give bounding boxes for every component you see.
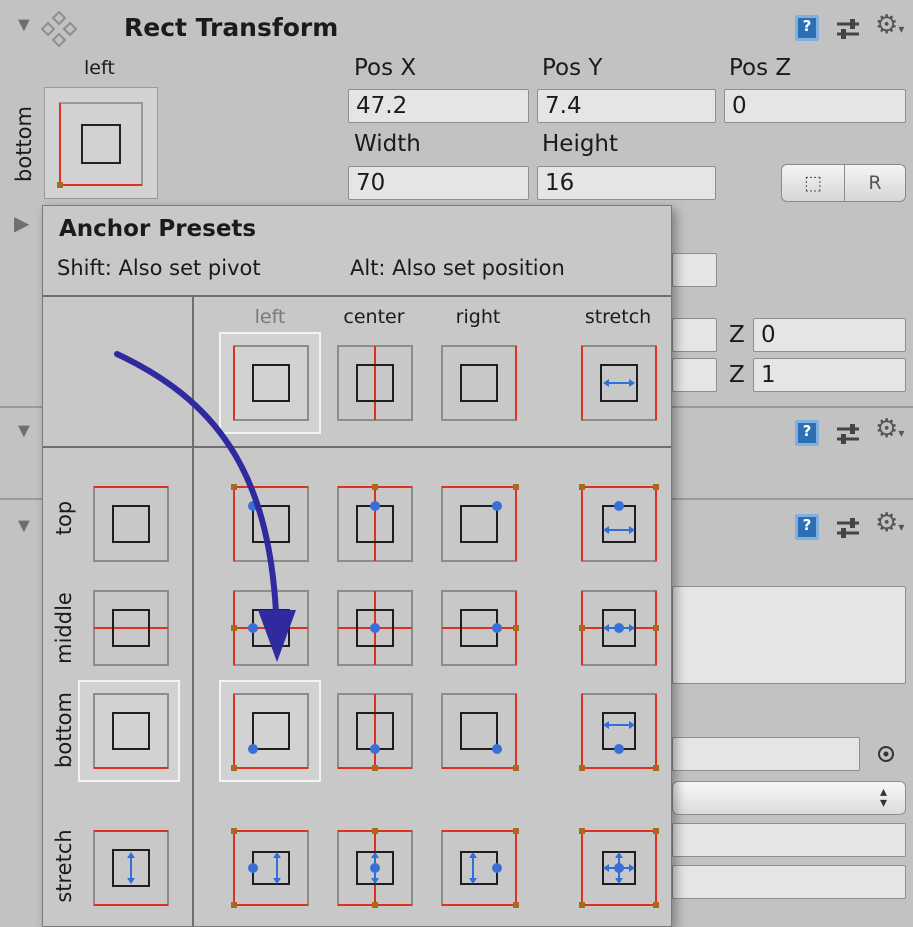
height-label: Height xyxy=(542,131,619,157)
text-field[interactable] xyxy=(672,823,906,857)
shift-hint: Shift: Also set pivot xyxy=(57,256,261,280)
gear-icon[interactable]: ⚙▾ xyxy=(875,416,909,444)
anchor-horizontal-label: left xyxy=(84,57,115,79)
pos-y-field[interactable]: 7.4 xyxy=(537,89,716,123)
gear-icon[interactable]: ⚙▾ xyxy=(875,12,909,40)
popup-title: Anchor Presets xyxy=(59,216,257,242)
component-title: Rect Transform xyxy=(124,13,339,42)
anchor-preset-stretch-center[interactable] xyxy=(337,828,413,908)
background-field[interactable] xyxy=(672,253,717,287)
anchor-preset-top-right[interactable] xyxy=(441,484,519,562)
text-area-field[interactable] xyxy=(672,586,906,684)
column-label-right: right xyxy=(455,306,501,328)
anchor-preset-top-stretch[interactable] xyxy=(579,484,659,562)
anchor-preset-middle-center[interactable] xyxy=(337,590,413,666)
anchor-preset-bottom-stretch[interactable] xyxy=(579,693,659,771)
dropdown-arrows-icon: ▴ ▾ xyxy=(880,783,888,810)
width-label: Width xyxy=(354,131,421,157)
help-book-icon[interactable] xyxy=(795,15,819,41)
rotation-x-field[interactable] xyxy=(672,318,717,352)
anchor-presets-popup: Anchor Presets Shift: Also set pivot Alt… xyxy=(42,205,672,927)
help-book-icon[interactable] xyxy=(795,514,819,540)
anchor-preset-top-left[interactable] xyxy=(231,484,309,562)
anchor-preset-top-header[interactable] xyxy=(93,486,169,562)
foldout-arrow-icon[interactable]: ▼ xyxy=(14,14,34,37)
foldout-arrow-icon[interactable]: ▼ xyxy=(14,420,34,443)
anchor-preset-header-right[interactable] xyxy=(441,345,517,421)
rotation-z-field[interactable]: 0 xyxy=(753,318,906,352)
width-field[interactable]: 70 xyxy=(348,166,529,200)
anchor-preset-stretch-header[interactable] xyxy=(93,830,169,906)
alt-hint: Alt: Also set position xyxy=(350,256,565,280)
column-label-center: center xyxy=(343,306,405,328)
presets-sliders-icon[interactable] xyxy=(835,16,861,42)
blueprint-mode-button[interactable]: ⬚ xyxy=(781,164,845,202)
anchor-preset-header-center[interactable] xyxy=(337,345,413,421)
rect-transform-icon xyxy=(40,10,78,48)
help-book-icon[interactable] xyxy=(795,420,819,446)
anchor-preset-stretch-left[interactable] xyxy=(231,828,309,908)
pos-x-label: Pos X xyxy=(354,55,417,81)
anchor-preset-top-center[interactable] xyxy=(337,484,413,562)
anchor-preset-header-left[interactable] xyxy=(233,345,309,421)
dropdown-field[interactable] xyxy=(672,781,906,815)
pos-x-field[interactable]: 47.2 xyxy=(348,89,529,123)
anchor-preset-middle-header[interactable] xyxy=(93,590,169,666)
anchor-preset-bottom-right[interactable] xyxy=(441,693,519,771)
anchor-preset-middle-left[interactable] xyxy=(231,590,309,666)
popup-vertical-divider xyxy=(192,297,194,926)
anchor-preset-header-stretch[interactable] xyxy=(581,345,657,421)
anchor-preset-middle-stretch[interactable] xyxy=(579,590,659,666)
pos-y-label: Pos Y xyxy=(542,55,603,81)
presets-sliders-icon[interactable] xyxy=(835,421,861,447)
popup-header-divider xyxy=(43,295,671,297)
column-label-stretch: stretch xyxy=(584,306,652,328)
object-field[interactable] xyxy=(672,737,860,771)
anchor-preset-bottom-center[interactable] xyxy=(337,693,413,771)
anchor-preset-bottom-left[interactable] xyxy=(231,693,309,771)
anchor-preset-stretch-right[interactable] xyxy=(441,828,519,908)
gear-icon[interactable]: ⚙▾ xyxy=(875,510,909,538)
popup-row-divider xyxy=(43,446,671,448)
raw-edit-mode-button[interactable]: R xyxy=(844,164,906,202)
scale-z-field[interactable]: 1 xyxy=(753,358,906,392)
anchor-thumbnail xyxy=(57,102,143,188)
foldout-arrow-icon[interactable]: ▶ xyxy=(14,211,29,236)
presets-sliders-icon[interactable] xyxy=(835,515,861,541)
foldout-arrow-icon[interactable]: ▼ xyxy=(14,515,34,538)
scale-z-label: Z xyxy=(729,362,745,388)
rotation-z-label: Z xyxy=(729,322,745,348)
anchor-preset-stretch-stretch[interactable] xyxy=(579,828,659,908)
anchor-preset-middle-right[interactable] xyxy=(441,590,519,666)
column-label-left: left xyxy=(254,306,286,328)
pos-z-label: Pos Z xyxy=(729,55,792,81)
object-picker-icon[interactable] xyxy=(876,744,896,764)
pos-z-field[interactable]: 0 xyxy=(724,89,906,123)
scale-x-field[interactable] xyxy=(672,358,717,392)
text-field[interactable] xyxy=(672,865,906,899)
height-field[interactable]: 16 xyxy=(537,166,716,200)
anchor-preset-bottom-header[interactable] xyxy=(93,693,169,769)
